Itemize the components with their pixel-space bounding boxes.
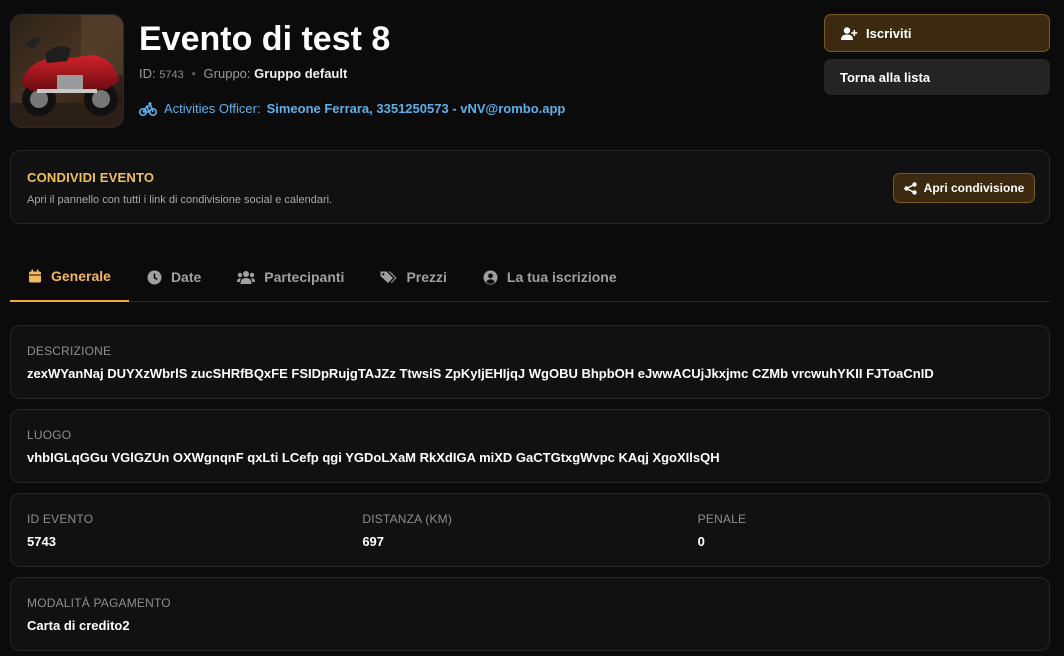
event-id-field: ID EVENTO 5743 [27,512,362,549]
share-event-card: CONDIVIDI EVENTO Apri il pannello con tu… [10,150,1050,224]
distance-field: DISTANZA (KM) 697 [362,512,697,549]
open-share-label: Apri condivisione [923,181,1025,195]
event-id-label: ID: [139,66,156,81]
user-plus-icon [841,26,858,40]
officer-label: Activities Officer: [164,101,261,116]
user-circle-icon [483,270,498,284]
payment-card: MODALITÀ PAGAMENTO Carta di credito2 [10,577,1050,651]
tab-label: La tua iscrizione [506,269,617,285]
calendar-icon [29,269,41,283]
tab-prezzi[interactable]: Prezzi [362,252,464,302]
share-icon [903,181,917,195]
tab-partecipanti[interactable]: Partecipanti [219,252,362,302]
location-card: LUOGO vhbIGLqGGu VGlGZUn OXWgnqnF qxLti … [10,409,1050,483]
officer-contact-link[interactable]: Simeone Ferrara, 3351250573 - vNV@rombo.… [267,101,566,116]
penalty-value: 0 [697,534,705,549]
subscribe-button[interactable]: Iscriviti [824,14,1050,52]
description-value: zexWYanNaj DUYXzWbrlS zucSHRfBQxFE FSIDp… [27,366,934,381]
location-label: LUOGO [27,428,72,442]
payment-value: Carta di credito2 [27,618,130,633]
event-stats-card: ID EVENTO 5743 DISTANZA (KM) 697 PENALE … [10,493,1050,567]
share-title: CONDIVIDI EVENTO [27,170,155,185]
description-label: DESCRIZIONE [27,344,112,358]
penalty-field: PENALE 0 [698,512,1033,549]
tab-la-tua-iscrizione[interactable]: La tua iscrizione [465,252,635,302]
users-icon [237,271,256,284]
event-title: Evento di test 8 [139,20,391,58]
penalty-label: PENALE [697,512,747,526]
back-to-list-button[interactable]: Torna alla lista [824,59,1050,95]
location-value: vhbIGLqGGu VGlGZUn OXWgnqnF qxLti LCefp … [27,450,720,465]
distance-label: DISTANZA (KM) [362,512,453,526]
event-id-value: 5743 [159,69,184,81]
meta-separator: • [191,66,196,81]
group-value: Gruppo default [254,66,348,81]
clock-icon [147,270,162,284]
event-header: Evento di test 8 ID: 5743 • Gruppo: Grup… [10,14,1054,130]
tab-label: Prezzi [406,269,447,285]
event-id-field-value: 5743 [27,534,56,549]
description-card: DESCRIZIONE zexWYanNaj DUYXzWbrlS zucSHR… [10,325,1050,399]
tags-icon [380,271,397,283]
tab-label: Generale [51,268,111,284]
payment-label: MODALITÀ PAGAMENTO [27,596,171,610]
event-tabs: Generale Date Partecipanti Prezzi La tua… [10,252,1050,302]
tab-generale[interactable]: Generale [10,252,129,302]
bicycle-icon [139,101,157,116]
event-meta: ID: 5743 • Gruppo: Gruppo default [139,66,347,81]
event-image [10,14,124,128]
back-label: Torna alla lista [840,69,931,85]
tab-date[interactable]: Date [129,252,219,302]
share-subtitle: Apri il pannello con tutti i link di con… [27,194,333,206]
open-share-button[interactable]: Apri condivisione [893,173,1035,203]
subscribe-label: Iscriviti [866,25,912,41]
tab-label: Date [170,269,202,285]
event-id-field-label: ID EVENTO [27,512,94,526]
tab-label: Partecipanti [264,269,345,285]
group-label: Gruppo: [203,66,251,81]
activities-officer: Activities Officer: Simeone Ferrara, 335… [139,101,565,116]
distance-value: 697 [362,534,385,549]
